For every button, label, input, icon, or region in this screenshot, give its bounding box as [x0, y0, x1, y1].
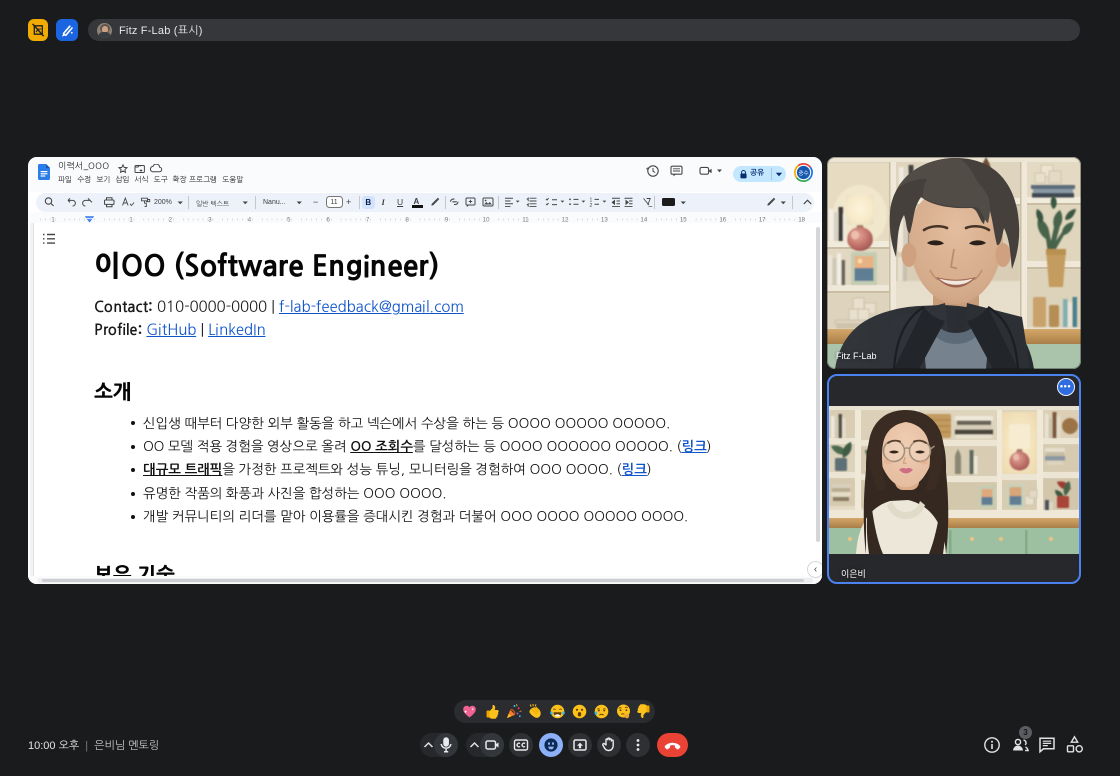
svg-text:2: 2 — [590, 203, 593, 207]
svg-text:중수: 중수 — [798, 170, 808, 176]
